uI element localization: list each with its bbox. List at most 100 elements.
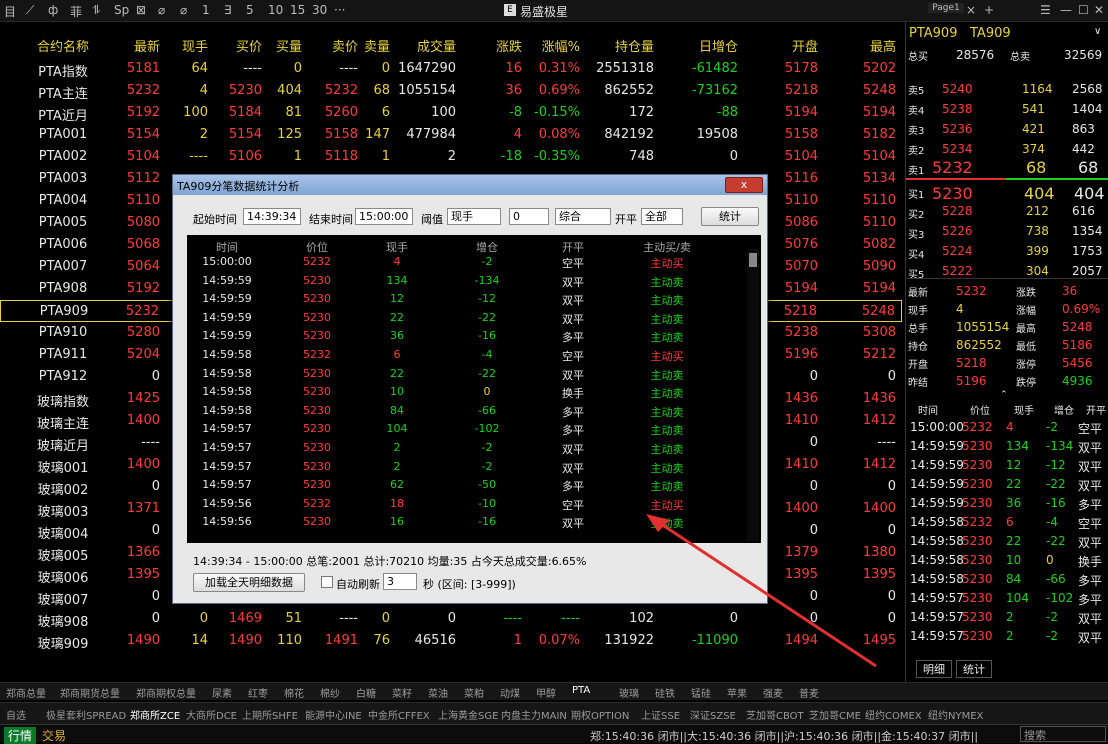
exchange-tab[interactable]: 大商所DCE — [186, 707, 237, 722]
exchange-tabs[interactable]: 自选 极星套利SPREAD 郑商所ZCE 大商所DCE 上期所SHFE 能源中心INE 中金… — [0, 702, 1108, 724]
col-header[interactable]: 现手 — [182, 36, 208, 55]
load-all-button[interactable]: 加载全天明细数据 — [193, 573, 305, 592]
exchange-tab[interactable]: 芝加哥CBOT — [746, 707, 804, 722]
exchange-tab[interactable]: 内盘主力MAIN — [501, 707, 567, 722]
product-tab[interactable]: 菜粕 — [464, 685, 484, 700]
product-tab[interactable]: 尿素 — [212, 685, 232, 700]
product-tab[interactable]: 动煤 — [500, 685, 520, 700]
threshold-input[interactable]: 0 — [509, 208, 549, 225]
table-row[interactable]: PTA002 5104 ---- 5106 1 5118 1 2 -18 -0.35% 748 0 51… — [0, 146, 902, 168]
product-tab[interactable]: 菜籽 — [392, 685, 412, 700]
maximize-icon[interactable]: ☐ — [1078, 3, 1089, 17]
product-tab[interactable]: 苹果 — [727, 685, 747, 700]
dialog-titlebar[interactable]: TA909分笔数据统计分析 — [173, 175, 767, 195]
dialog-close-button[interactable]: x — [725, 177, 763, 193]
open-close-select[interactable]: 全部 — [641, 208, 683, 225]
product-tab[interactable]: 白糖 — [356, 685, 376, 700]
col-header[interactable]: 卖量 — [364, 36, 390, 55]
close-icon[interactable]: ✕ — [1094, 3, 1104, 17]
col-header[interactable]: 卖价 — [332, 36, 358, 55]
toolbar-icon-9[interactable]: 1 — [202, 3, 210, 17]
product-tab[interactable]: 郑商期货总量 — [60, 685, 120, 700]
exchange-tab[interactable]: 上证SSE — [641, 707, 680, 722]
toolbar-icon-11[interactable]: 5 — [246, 3, 254, 17]
col-header[interactable]: 买量 — [276, 36, 302, 55]
toolbar-icon-7[interactable]: ⌀ — [158, 3, 165, 17]
product-tab[interactable]: 棉花 — [284, 685, 304, 700]
table-row[interactable]: PTA近月 5192 100 5184 81 5260 6 100 -8 -0.15% 172 -88… — [0, 102, 902, 124]
exchange-tab[interactable]: 期权OPTION — [571, 707, 629, 722]
quote-tab[interactable]: 行情 — [4, 727, 37, 744]
exchange-tab[interactable]: 上海黄金SGE — [438, 707, 498, 722]
toolbar-icon-13[interactable]: 15 — [290, 3, 305, 17]
exchange-tab[interactable]: 能源中心INE — [305, 707, 362, 722]
toolbar-icon-10[interactable]: ∃ — [224, 3, 232, 17]
search-input[interactable]: 搜索 — [1020, 726, 1106, 742]
exchange-tab[interactable]: 芝加哥CME — [809, 707, 861, 722]
toolbar-icon-3[interactable]: 菲 — [70, 3, 82, 20]
toolbar-icon-12[interactable]: 10 — [268, 3, 283, 17]
toolbar-icon-5[interactable]: Sp — [114, 3, 129, 17]
product-tab[interactable]: 锰硅 — [691, 685, 711, 700]
col-header[interactable]: 最高 — [870, 36, 896, 55]
product-tab[interactable]: 甲醇 — [536, 685, 556, 700]
toolbar-icon-2[interactable]: ф — [48, 3, 58, 17]
mode-select[interactable]: 综合 — [555, 208, 611, 225]
tab-detail[interactable]: 明细 — [916, 660, 952, 678]
col-header[interactable]: 成交量 — [417, 36, 456, 55]
toolbar-icon-6[interactable]: ⊠ — [136, 3, 146, 17]
col-header[interactable]: 涨跌 — [496, 36, 522, 55]
col-header[interactable]: 持仓量 — [615, 36, 654, 55]
grid-scrollbar[interactable] — [747, 249, 759, 541]
add-page-icon[interactable]: + — [984, 3, 994, 17]
table-row[interactable]: PTA主连 5232 4 5230 404 5232 68 1055154 36 0.69% 862… — [0, 80, 902, 102]
exchange-tab[interactable]: 郑商所ZCE — [130, 707, 180, 722]
exchange-tab[interactable]: 极星套利SPREAD — [46, 707, 126, 722]
col-header[interactable]: 最新 — [134, 36, 160, 55]
toolbar-icon-1[interactable]: ⟋ — [26, 3, 34, 18]
product-tab[interactable]: 郑商总量 — [6, 685, 46, 700]
exchange-tab[interactable]: 深证SZSE — [690, 707, 736, 722]
refresh-interval-input[interactable]: 3 — [383, 573, 417, 590]
product-tab[interactable]: PTA — [572, 685, 590, 696]
chevron-down-icon[interactable]: ∨ — [1094, 26, 1101, 37]
menu-icon[interactable]: ☰ — [1040, 3, 1051, 17]
exchange-tab[interactable]: 上期所SHFE — [242, 707, 298, 722]
table-row[interactable]: PTA指数 5181 64 ---- 0 ---- 0 1647290 16 0.31% 25513… — [0, 58, 902, 80]
product-tab[interactable]: 棉纱 — [320, 685, 340, 700]
product-tab[interactable]: 玻璃 — [619, 685, 639, 700]
toolbar-icon-15[interactable]: ··· — [334, 3, 345, 17]
product-tab[interactable]: 菜油 — [428, 685, 448, 700]
minimize-icon[interactable]: — — [1060, 3, 1072, 17]
col-header[interactable]: 日增仓 — [699, 36, 738, 55]
end-time-input[interactable]: 15:00:00 — [355, 208, 413, 225]
close-page-icon[interactable]: × — [966, 3, 976, 17]
tab-stats[interactable]: 统计 — [956, 660, 992, 678]
threshold-select[interactable]: 现手 — [447, 208, 501, 225]
product-tab[interactable]: 郑商期权总量 — [136, 685, 196, 700]
product-tabs[interactable]: 郑商总量 郑商期货总量 郑商期权总量 尿素 红枣 棉花 棉纱 白糖 菜籽 菜油 菜粕 动煤 甲醇 PTA 玻… — [0, 682, 1108, 700]
table-row[interactable]: PTA001 5154 2 5154 125 5158 147 477984 4 0.08% 842… — [0, 124, 902, 146]
toolbar-icon-14[interactable]: 30 — [312, 3, 327, 17]
col-header[interactable]: 合约名称 — [20, 36, 106, 55]
product-tab[interactable]: 普麦 — [799, 685, 819, 700]
tick-grid[interactable]: 时间 价位 现手 增仓 开平 主动买/卖 15:00:00 5232 4 -2 空平 主动买 14:59… — [187, 235, 761, 543]
collapse-icon[interactable]: ⌃ — [1000, 390, 1008, 400]
col-header[interactable]: 涨幅% — [542, 36, 580, 55]
col-header[interactable]: 买价 — [236, 36, 262, 55]
stat-button[interactable]: 统计 — [701, 207, 759, 226]
product-tab[interactable]: 硅铁 — [655, 685, 675, 700]
toolbar-icon-8[interactable]: ⌀ — [180, 3, 187, 17]
exchange-tab[interactable]: 纽约COMEX — [865, 707, 922, 722]
product-tab[interactable]: 红枣 — [248, 685, 268, 700]
auto-refresh-checkbox[interactable] — [321, 576, 333, 588]
col-header[interactable]: 开盘 — [792, 36, 818, 55]
trade-tab[interactable]: 交易 — [38, 727, 70, 744]
start-time-input[interactable]: 14:39:34 — [243, 208, 301, 225]
toolbar-icon-0[interactable]: 目 — [4, 3, 16, 20]
product-tab[interactable]: 强麦 — [763, 685, 783, 700]
exchange-tab[interactable]: 自选 — [6, 707, 26, 722]
toolbar-icon-4[interactable]: ⥮ — [92, 3, 101, 18]
exchange-tab[interactable]: 中金所CFFEX — [368, 707, 430, 722]
exchange-tab[interactable]: 纽约NYMEX — [928, 707, 983, 722]
